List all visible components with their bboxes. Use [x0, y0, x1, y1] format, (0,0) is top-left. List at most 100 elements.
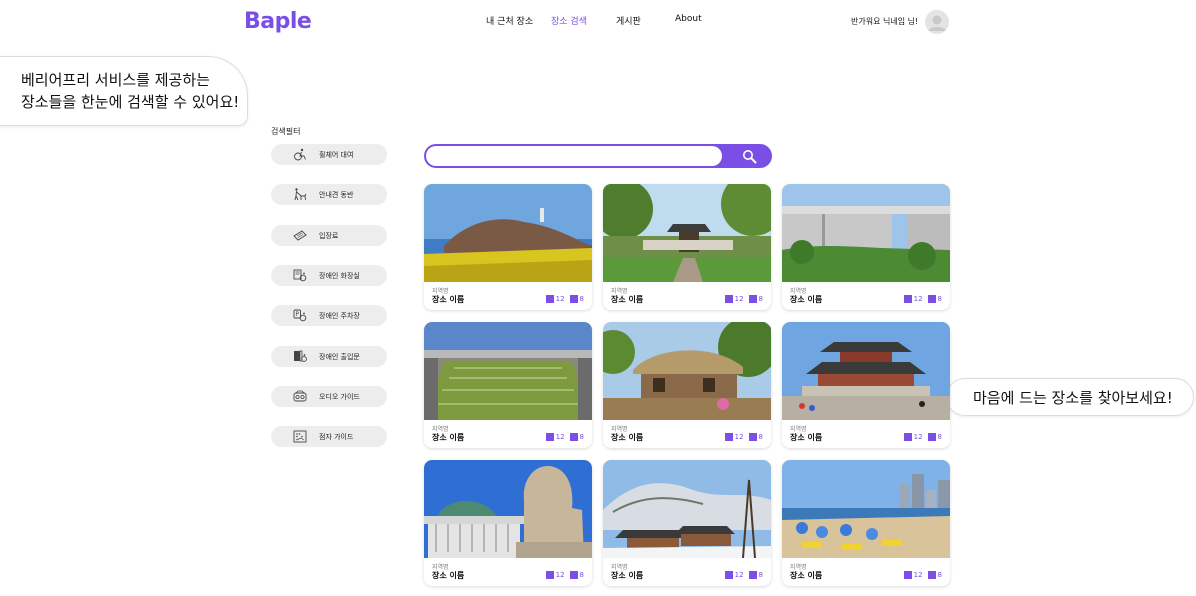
stat-icon	[724, 571, 733, 579]
stat-count-b: 8	[579, 571, 584, 579]
place-card[interactable]: 지역명 장소 이름 12 8	[603, 460, 771, 586]
place-photo-snowy-temple	[603, 460, 771, 558]
search-input[interactable]	[426, 146, 722, 166]
user-avatar-icon	[925, 10, 949, 34]
filter-admission-fee[interactable]: 입장료	[271, 225, 387, 246]
stat-icon	[927, 433, 936, 441]
place-stats: 12 8	[543, 433, 584, 441]
nav-nearby-places[interactable]: 내 근처 장소	[486, 14, 533, 27]
stat-icon	[569, 571, 578, 579]
filter-label: 입장료	[319, 232, 339, 240]
filter-braille-guide[interactable]: 점자 가이드	[271, 426, 387, 447]
stat-count-a: 12	[734, 433, 744, 441]
filter-accessible-toilet[interactable]: 장애인 화장실	[271, 265, 387, 286]
place-card[interactable]: 지역명 장소 이름 12 8	[782, 184, 950, 310]
filter-label: 오디오 가이드	[319, 393, 360, 401]
place-photo-assembly-haetae	[424, 460, 592, 558]
stat-count-b: 8	[937, 571, 942, 579]
intro-callout-line-1: 베리어프리 서비스를 제공하는	[21, 71, 210, 89]
stat-icon	[545, 433, 554, 441]
place-stats: 12 8	[722, 295, 763, 303]
stat-icon	[927, 295, 936, 303]
guide-dog-icon	[294, 188, 307, 201]
stat-icon	[903, 295, 912, 303]
place-stats: 12 8	[722, 433, 763, 441]
stat-count-b: 8	[579, 433, 584, 441]
stat-icon	[724, 433, 733, 441]
place-stats: 12 8	[543, 571, 584, 579]
baple-logo[interactable]: Baple	[244, 9, 312, 34]
search-icon	[743, 150, 757, 164]
filter-label: 점자 가이드	[319, 433, 354, 441]
stat-icon	[903, 433, 912, 441]
place-name: 장소 이름	[790, 433, 823, 442]
search-button[interactable]	[730, 146, 770, 166]
place-card[interactable]: 지역명 장소 이름 12 8	[424, 460, 592, 586]
filter-guide-dog[interactable]: 안내견 동반	[271, 184, 387, 205]
stat-icon	[569, 295, 578, 303]
ticket-icon	[293, 230, 307, 241]
stat-count-a: 12	[555, 433, 565, 441]
place-name: 장소 이름	[432, 571, 465, 580]
stat-count-a: 12	[913, 571, 923, 579]
stat-count-a: 12	[555, 571, 565, 579]
place-photo-beach	[782, 460, 950, 558]
place-card[interactable]: 지역명 장소 이름 12 8	[782, 460, 950, 586]
stat-icon	[545, 295, 554, 303]
accessible-door-icon	[294, 350, 307, 362]
filter-label: 장애인 화장실	[319, 272, 360, 280]
place-card[interactable]: 지역명 장소 이름 12 8	[424, 184, 592, 310]
place-card[interactable]: 지역명 장소 이름 12 8	[603, 322, 771, 448]
braille-guide-icon	[293, 430, 307, 443]
stat-icon	[903, 571, 912, 579]
accessible-parking-icon: P	[293, 309, 307, 322]
filter-accessible-door[interactable]: 장애인 출입문	[271, 346, 387, 367]
place-card[interactable]: 지역명 장소 이름 12 8	[782, 322, 950, 448]
place-stats: 12 8	[901, 433, 942, 441]
stat-icon	[748, 433, 757, 441]
svg-text:P: P	[295, 311, 299, 318]
place-name: 장소 이름	[790, 295, 823, 304]
place-photo-coastal-hill	[424, 184, 592, 282]
stat-icon	[724, 295, 733, 303]
stat-count-b: 8	[937, 433, 942, 441]
place-card[interactable]: 지역명 장소 이름 12 8	[424, 322, 592, 448]
stat-count-b: 8	[758, 433, 763, 441]
stat-icon	[927, 571, 936, 579]
place-photo-palace	[782, 322, 950, 420]
place-card[interactable]: 지역명 장소 이름 12 8	[603, 184, 771, 310]
filter-audio-guide[interactable]: 오디오 가이드	[271, 386, 387, 407]
place-name: 장소 이름	[611, 295, 644, 304]
filter-label: 안내견 동반	[319, 191, 354, 199]
search-bar	[424, 144, 772, 168]
stat-count-a: 12	[734, 571, 744, 579]
place-name: 장소 이름	[432, 295, 465, 304]
place-name: 장소 이름	[611, 571, 644, 580]
find-place-callout: 마음에 드는 장소를 찾아보세요!	[946, 378, 1194, 416]
place-photo-modern-museum	[782, 184, 950, 282]
filter-label: 장애인 주차장	[319, 312, 360, 320]
nav-board[interactable]: 게시판	[616, 14, 641, 27]
filter-wheelchair-rental[interactable]: 휠체어 대여	[271, 144, 387, 165]
stat-count-b: 8	[758, 295, 763, 303]
stat-count-b: 8	[579, 295, 584, 303]
place-stats: 12 8	[543, 295, 584, 303]
filter-label: 장애인 출입문	[319, 353, 360, 361]
stat-count-a: 12	[913, 433, 923, 441]
filter-title: 검색필터	[271, 127, 301, 136]
user-greeting: 반가워요 닉네임 님!	[851, 17, 919, 26]
stat-count-a: 12	[555, 295, 565, 303]
intro-callout-line-2: 장소들을 한눈에 검색할 수 있어요!	[21, 93, 240, 111]
filter-label: 휠체어 대여	[319, 151, 354, 159]
nav-about[interactable]: About	[675, 14, 702, 24]
nav-place-search[interactable]: 장소 검색	[551, 14, 587, 27]
filter-accessible-parking[interactable]: P 장애인 주차장	[271, 305, 387, 326]
place-stats: 12 8	[901, 571, 942, 579]
avatar[interactable]	[925, 10, 949, 34]
place-name: 장소 이름	[432, 433, 465, 442]
stat-icon	[748, 295, 757, 303]
audio-guide-icon	[293, 390, 307, 402]
stat-icon	[569, 433, 578, 441]
stat-icon	[545, 571, 554, 579]
place-name: 장소 이름	[790, 571, 823, 580]
